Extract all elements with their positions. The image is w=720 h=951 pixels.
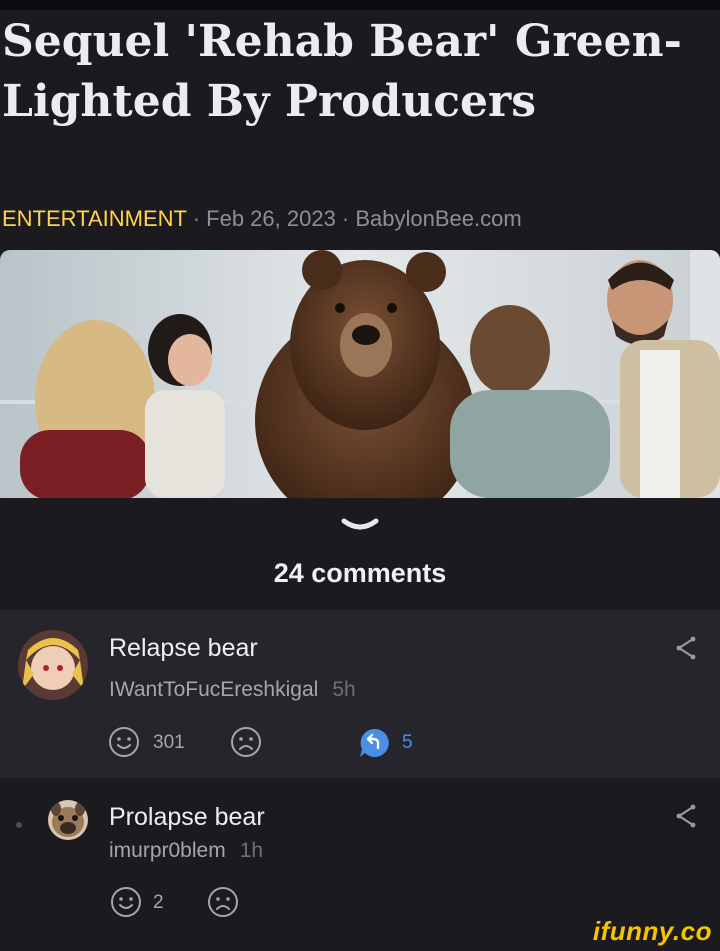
comment-time: 1h [239, 839, 264, 862]
frown-icon[interactable] [207, 886, 239, 918]
ifunny-watermark: ifunny.co [592, 916, 712, 946]
avatar[interactable] [18, 630, 88, 700]
smile-icon[interactable] [108, 726, 140, 758]
like-count: 301 [153, 732, 185, 753]
share-icon[interactable] [675, 804, 697, 828]
article-card[interactable]: Sequel 'Rehab Bear' Green-Lighted By Pro… [0, 10, 720, 500]
smile-icon[interactable] [110, 886, 142, 918]
comment-username[interactable]: imurpr0blem [109, 839, 226, 862]
comment-meta: imurpr0blem 1h [109, 839, 263, 863]
avatar[interactable] [48, 800, 88, 840]
article-hero-image[interactable] [0, 250, 720, 498]
article-date: Feb 26, 2023 [206, 206, 336, 231]
comments-count: 24 comments [273, 558, 447, 588]
status-bar [0, 0, 720, 10]
comment-meta: IWantToFucEreshkigal 5h [109, 678, 356, 702]
comment-text: Prolapse bear [109, 803, 265, 831]
meta-separator: · [335, 206, 356, 231]
reply-count[interactable]: 5 [402, 732, 413, 754]
reply-thread-dot [16, 822, 22, 828]
share-icon[interactable] [675, 636, 697, 660]
like-count: 2 [153, 892, 164, 913]
reply-icon[interactable] [358, 727, 390, 759]
comment-time: 5h [332, 678, 356, 701]
frown-icon[interactable] [230, 726, 262, 758]
article-headline[interactable]: Sequel 'Rehab Bear' Green-Lighted By Pro… [2, 12, 702, 132]
comment-text: Relapse bear [109, 634, 258, 662]
comment-username[interactable]: IWantToFucEreshkigal [109, 678, 318, 701]
chevron-down-icon[interactable] [340, 515, 380, 537]
article-meta: ENTERTAINMENT · Feb 26, 2023 · BabylonBe… [2, 206, 522, 232]
article-source[interactable]: BabylonBee.com [355, 206, 521, 231]
comment-item[interactable]: Relapse bear IWantToFucEreshkigal 5h 301 … [0, 610, 720, 778]
meta-separator: · [186, 206, 207, 231]
article-category[interactable]: ENTERTAINMENT [2, 206, 187, 231]
